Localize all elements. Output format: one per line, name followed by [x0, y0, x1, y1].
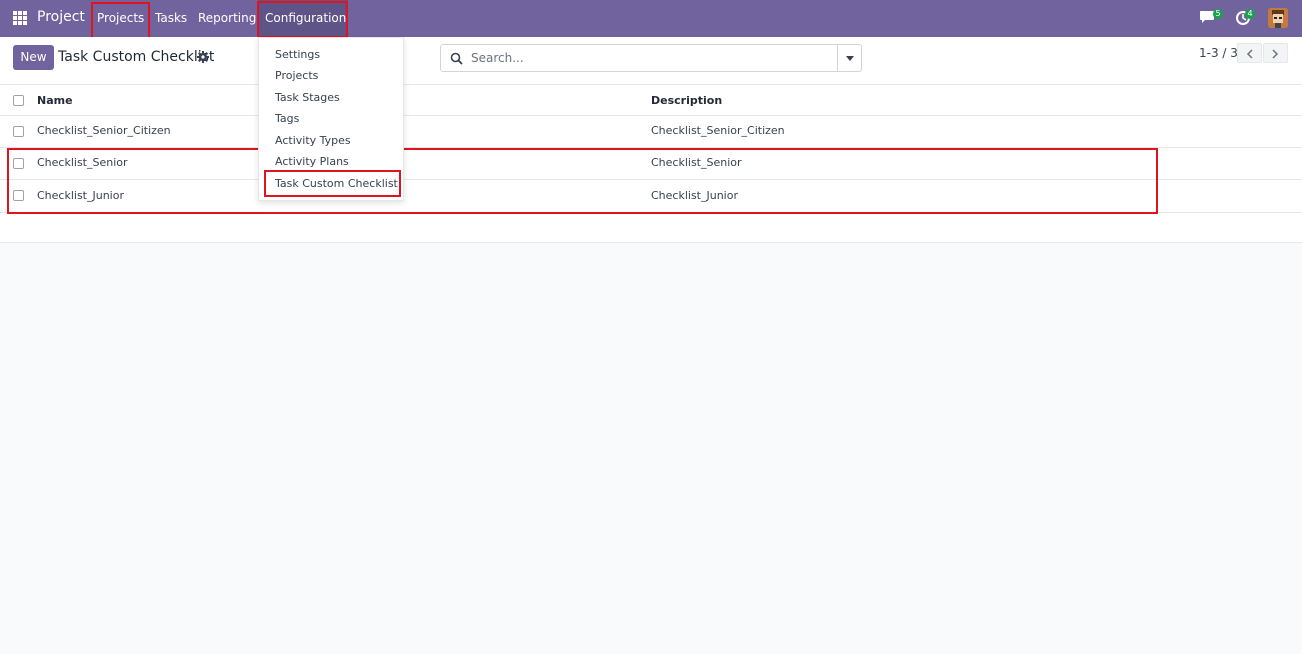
row-description[interactable]: Checklist_Senior_Citizen	[651, 124, 785, 137]
table-row[interactable]: Checklist_Senior Checklist_Senior	[0, 148, 1302, 180]
row-name[interactable]: Checklist_Junior	[37, 189, 124, 202]
config-item-task-stages[interactable]: Task Stages	[275, 91, 340, 104]
menu-projects[interactable]: Projects	[97, 11, 144, 25]
gear-icon[interactable]	[197, 51, 209, 63]
breadcrumb: Task Custom Checklist	[58, 49, 215, 65]
table-row[interactable]: Checklist_Senior_Citizen Checklist_Senio…	[0, 116, 1302, 148]
chat-count-badge: 5	[1213, 9, 1223, 19]
app-brand[interactable]: Project	[37, 9, 85, 25]
search-icon	[450, 52, 463, 65]
pager-value[interactable]: 1-3 / 3	[1199, 46, 1238, 60]
menu-configuration[interactable]: Configuration	[265, 11, 346, 25]
config-item-activity-plans[interactable]: Activity Plans	[275, 155, 349, 168]
pager-next-button[interactable]	[1263, 43, 1288, 63]
new-button[interactable]: New	[13, 45, 54, 70]
search-bar	[440, 44, 862, 72]
activity-count-badge: 4	[1245, 9, 1255, 19]
table-header: Name Description	[0, 85, 1302, 116]
apps-grid-icon[interactable]	[13, 11, 27, 25]
row-description[interactable]: Checklist_Junior	[651, 189, 738, 202]
row-name[interactable]: Checklist_Senior	[37, 156, 128, 169]
row-checkbox[interactable]	[13, 158, 24, 169]
menu-reporting[interactable]: Reporting	[198, 11, 256, 25]
config-item-activity-types[interactable]: Activity Types	[275, 134, 351, 147]
config-item-settings[interactable]: Settings	[275, 48, 320, 61]
pager-previous-button[interactable]	[1237, 43, 1262, 63]
chevron-right-icon	[1272, 49, 1279, 59]
select-all-checkbox[interactable]	[13, 95, 24, 106]
config-item-task-custom-checklist[interactable]: Task Custom Checklist	[275, 177, 398, 190]
column-header-description[interactable]: Description	[651, 94, 722, 107]
column-header-name[interactable]: Name	[37, 94, 73, 107]
config-item-projects[interactable]: Projects	[275, 69, 318, 82]
top-navbar: Project Projects Tasks Reporting Configu…	[0, 0, 1302, 37]
menu-tasks[interactable]: Tasks	[155, 11, 187, 25]
avatar-face-icon	[1268, 8, 1288, 28]
configuration-dropdown: Settings Projects Task Stages Tags Activ…	[258, 37, 404, 201]
user-avatar[interactable]	[1268, 8, 1288, 28]
row-checkbox[interactable]	[13, 126, 24, 137]
row-name[interactable]: Checklist_Senior_Citizen	[37, 124, 171, 137]
config-item-tags[interactable]: Tags	[275, 112, 299, 125]
control-panel: New Task Custom Checklist 1-3 / 3	[0, 37, 1302, 85]
search-input[interactable]	[471, 49, 831, 67]
chevron-left-icon	[1246, 49, 1253, 59]
table-row[interactable]: Checklist_Junior Checklist_Junior	[0, 180, 1302, 213]
row-checkbox[interactable]	[13, 190, 24, 201]
checklist-table: Name Description Checklist_Senior_Citize…	[0, 85, 1302, 243]
row-description[interactable]: Checklist_Senior	[651, 156, 742, 169]
search-options-toggle[interactable]	[837, 45, 861, 71]
